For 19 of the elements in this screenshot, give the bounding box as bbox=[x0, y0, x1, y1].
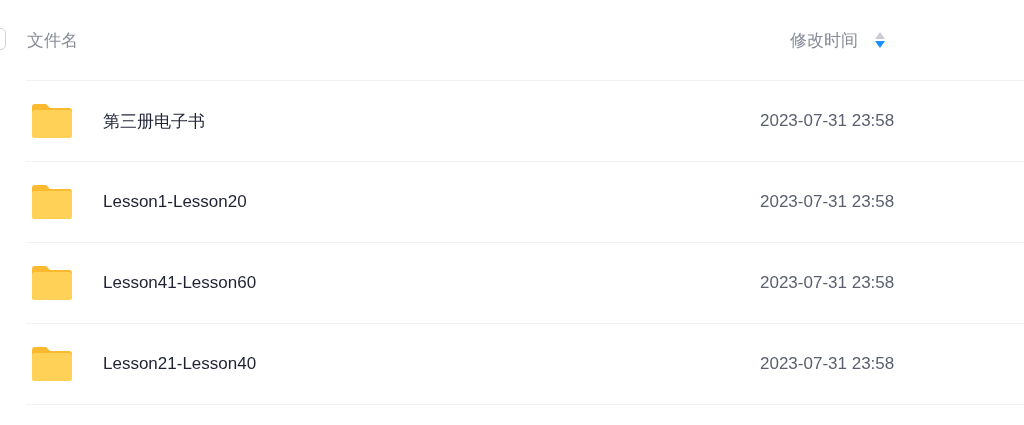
file-row[interactable]: Lesson1-Lesson20 2023-07-31 23:58 bbox=[26, 162, 1024, 243]
modified-time: 2023-07-31 23:58 bbox=[760, 354, 895, 374]
folder-icon bbox=[32, 347, 72, 381]
file-name: 第三册电子书 bbox=[103, 110, 206, 133]
file-name: Lesson21-Lesson40 bbox=[103, 354, 258, 374]
folder-icon bbox=[32, 185, 72, 219]
file-name: Lesson41-Lesson60 bbox=[103, 273, 258, 293]
file-row[interactable]: Lesson41-Lesson60 2023-07-31 23:58 bbox=[26, 243, 1024, 324]
modified-time: 2023-07-31 23:58 bbox=[760, 192, 895, 212]
sort-icon[interactable] bbox=[874, 30, 886, 50]
file-row[interactable]: 第三册电子书 2023-07-31 23:58 bbox=[26, 81, 1024, 162]
folder-icon bbox=[32, 266, 72, 300]
time-column-header[interactable]: 修改时间 bbox=[790, 28, 858, 52]
folder-icon bbox=[32, 104, 72, 138]
name-column-header: 文件名 bbox=[27, 29, 79, 52]
file-name: Lesson1-Lesson20 bbox=[103, 192, 248, 212]
modified-time: 2023-07-31 23:58 bbox=[760, 111, 895, 131]
file-row[interactable]: Lesson21-Lesson40 2023-07-31 23:58 bbox=[26, 324, 1024, 405]
modified-time: 2023-07-31 23:58 bbox=[760, 273, 895, 293]
